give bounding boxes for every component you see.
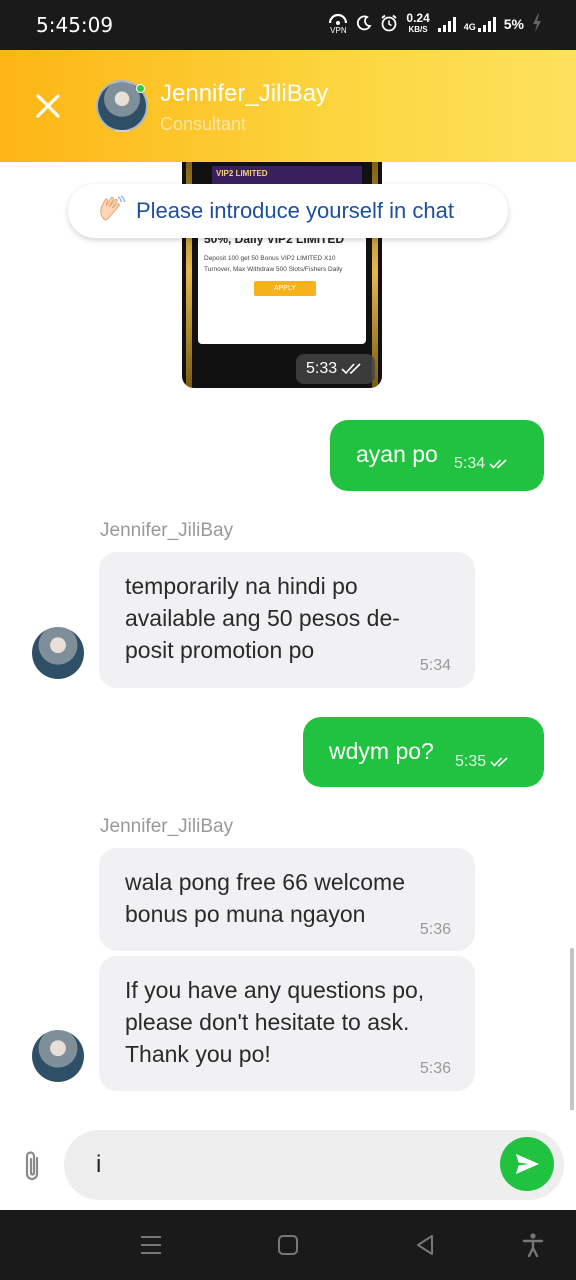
message-text: If you have any questions po, please don… (125, 977, 425, 1067)
home-button[interactable] (275, 1232, 301, 1258)
agent-role: Consultant (160, 114, 247, 134)
message-time: 5:34 (419, 657, 451, 674)
paperclip-icon (25, 1151, 39, 1181)
back-triangle-icon (417, 1235, 433, 1255)
image-message-time: 5:33 (296, 354, 376, 384)
mobile-data-icon: 4G (464, 16, 496, 32)
double-check-icon (341, 363, 361, 375)
send-button[interactable] (500, 1137, 554, 1191)
sender-name: Jennifer_JiliBay (100, 816, 234, 837)
online-status-dot (136, 84, 145, 93)
introduce-yourself-banner[interactable]: Please introduce yourself in chat (68, 184, 508, 238)
close-button[interactable] (30, 88, 66, 124)
moon-icon (356, 15, 372, 34)
message-time: 5:35 (455, 746, 512, 778)
agent-name: Jennifer_JiliBay (160, 80, 329, 107)
introduce-yourself-text: Please introduce yourself in chat (136, 198, 454, 223)
system-nav-bar (0, 1210, 576, 1280)
promo-apply-button: APPLY (254, 281, 316, 296)
agent-avatar[interactable] (32, 627, 84, 679)
sender-name: Jennifer_JiliBay (100, 520, 234, 541)
recents-button[interactable] (138, 1232, 164, 1258)
battery-percent: 5% (503, 16, 524, 32)
message-text: ayan po (356, 441, 438, 467)
back-button[interactable] (412, 1232, 438, 1258)
double-check-icon (490, 757, 508, 767)
promo-banner-text: VIP2 LIMITED (212, 166, 362, 184)
incoming-message[interactable]: If you have any questions po, please don… (99, 956, 475, 1091)
incoming-message[interactable]: wala pong free 66 welcome bonus po muna … (99, 848, 475, 951)
status-bar: 5:45:09 VPN 0.24 KB/S 4G 5% (0, 0, 576, 50)
chat-scrollbar[interactable] (570, 948, 574, 1110)
chat-header: Jennifer_JiliBay Consultant (0, 50, 576, 162)
waving-hand-icon (96, 194, 126, 229)
promo-description: Deposit 100 get 50 Bonus VIP2 LIMITED X1… (204, 255, 343, 273)
message-time: 5:34 (454, 448, 511, 480)
signal-icon (437, 16, 456, 32)
agent-avatar[interactable] (32, 1030, 84, 1082)
outgoing-message[interactable]: wdym po? 5:35 (303, 717, 544, 787)
alarm-icon (380, 14, 398, 35)
accessibility-icon (522, 1233, 544, 1258)
status-icons: VPN 0.24 KB/S 4G 5% (328, 11, 542, 35)
status-time: 5:45:09 (36, 13, 114, 37)
network-speed: 0.24 KB/S (406, 11, 430, 34)
outgoing-message[interactable]: ayan po 5:34 (330, 420, 544, 491)
message-composer (0, 1110, 576, 1210)
message-time: 5:36 (419, 1060, 451, 1077)
message-input[interactable] (96, 1146, 496, 1184)
incoming-message[interactable]: temporarily na hindi po available ang 50… (99, 552, 475, 688)
vpn-icon: VPN (328, 13, 348, 35)
send-icon (516, 1154, 539, 1174)
message-text: wdym po? (329, 738, 434, 764)
home-square-icon (278, 1235, 298, 1255)
battery-charging-icon (532, 13, 542, 35)
accessibility-button[interactable] (520, 1232, 546, 1258)
chat-messages-area[interactable]: VIP2 LIMITED 50%, Daily VIP2 LIMITED Dep… (0, 162, 576, 1110)
menu-lines-icon (141, 1236, 161, 1254)
attach-button[interactable] (18, 1148, 48, 1184)
double-check-icon (489, 459, 507, 469)
message-text: temporarily na hindi po available ang 50… (125, 573, 400, 663)
message-input-container (64, 1130, 564, 1200)
message-time: 5:36 (419, 921, 451, 938)
message-text: wala pong free 66 welcome bonus po muna … (125, 869, 405, 927)
close-icon (36, 94, 60, 118)
